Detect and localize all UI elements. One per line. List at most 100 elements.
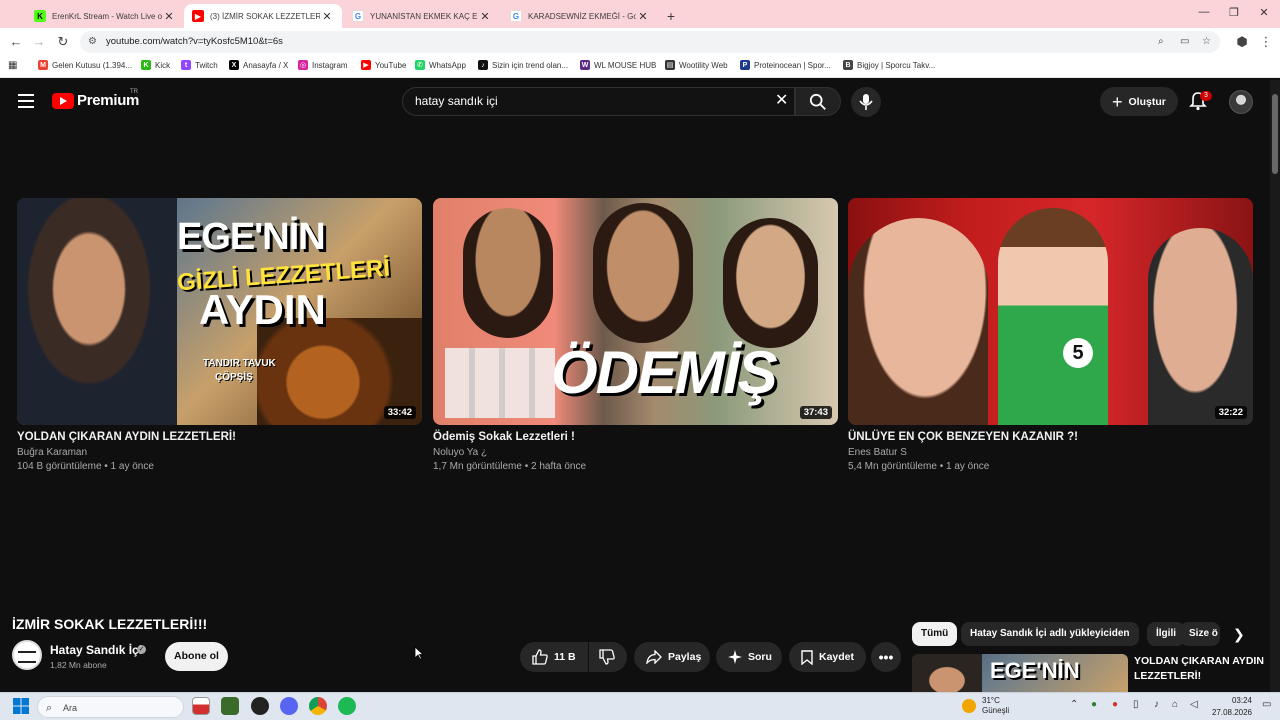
chevron-up-icon[interactable]: ⌃ [1070,699,1078,710]
browser-tab-youtube[interactable]: ▶ (3) İZMİR SOKAK LEZZETLERİ!!! ✕ [184,4,342,28]
address-bar[interactable]: ⚙ youtube.com/watch?v=tyKosfc5M10&t=6s ⌕… [80,31,1220,53]
like-button[interactable]: 11 B [520,642,588,672]
browser-tab-google-2[interactable]: G KARADSEWNİZ EKMEĞİ - Google ✕ [502,4,658,28]
weather-widget[interactable]: 31°C Güneşli [962,696,1009,716]
subscribe-button[interactable]: Abone ol [165,642,228,671]
close-tab-icon[interactable]: ✕ [636,10,650,23]
video-title[interactable]: ÜNLÜYE EN ÇOK BENZEYEN KAZANIR ?! [848,431,1253,443]
bookmark-proteinocean[interactable]: P Proteinocean | Spor... [740,60,831,70]
clear-search-icon[interactable]: ✕ [775,92,788,110]
taskbar-app-icon[interactable] [221,697,239,715]
dislike-button[interactable] [589,642,627,672]
bookmark-instagram[interactable]: ◎ Instagram [298,60,348,70]
video-thumbnail[interactable]: 5 32:22 [848,198,1253,425]
page-scrollbar[interactable] [1270,80,1280,692]
apps-grid-icon[interactable]: ▦ [8,60,17,71]
forward-arrow-icon[interactable]: → [31,34,47,50]
bookmark-bigjoy[interactable]: B Bigjoy | Sporcu Takv... [843,60,935,70]
close-tab-icon[interactable]: ✕ [162,10,176,23]
notifications-icon[interactable]: ▭ [1262,699,1271,710]
voice-search-button[interactable] [851,87,881,117]
minimize-icon[interactable]: — [1194,6,1214,18]
ask-label: Soru [748,651,772,663]
bookmark-star-icon[interactable]: ☆ [1202,31,1211,53]
x-icon: X [229,60,239,70]
chrome-icon[interactable] [309,697,327,715]
user-avatar[interactable] [1229,90,1253,114]
up-next-thumbnail[interactable]: EGE'NİN [912,654,1128,692]
up-next-title[interactable]: YOLDAN ÇIKARAN AYDIN LEZZETLERİ! [1134,654,1264,684]
channel-avatar[interactable] [12,640,42,670]
bookmark-tiktok[interactable]: ♪ Sizin için trend olan... [478,60,568,70]
taskbar-app-icon[interactable] [251,697,269,715]
chevron-right-icon[interactable]: ❯ [1233,626,1245,643]
chip-for-you[interactable]: Size ö [1180,622,1220,646]
more-actions-icon[interactable]: ••• [871,642,901,672]
video-title[interactable]: Ödemiş Sokak Lezzetleri ! [433,431,838,443]
bookmark-x[interactable]: X Anasayfa / X [229,60,288,70]
bookmark-whatsapp[interactable]: ✆ WhatsApp [415,60,466,70]
discord-icon[interactable] [280,697,298,715]
clock-time: 03:24 [1231,696,1252,705]
windows-start-icon[interactable] [13,698,29,714]
network-icon[interactable]: ⌂ [1172,699,1178,710]
create-button[interactable]: + Oluştur [1100,87,1178,116]
search-button[interactable] [795,87,841,116]
new-tab-button[interactable]: + [660,4,682,28]
bookmark-wl-mouse[interactable]: W WL MOUSE HUB [580,60,656,70]
share-button[interactable]: Paylaş [634,642,710,672]
volume-icon[interactable]: ◁ [1190,699,1198,710]
video-card[interactable]: EGE'NİN GİZLİ LEZZETLERİ AYDIN TANDIR TA… [17,198,422,472]
youtube-premium-logo[interactable]: Premium TR [52,89,139,109]
bookmark-wootility[interactable]: ▤ Wootility Web [665,60,728,70]
video-thumbnail[interactable]: EGE'NİN GİZLİ LEZZETLERİ AYDIN TANDIR TA… [17,198,422,425]
channel-name[interactable]: Buğra Karaman [17,447,422,458]
taskbar-clock[interactable]: 03:24 27.08.2026 [1206,695,1252,719]
video-thumbnail[interactable]: ÖDEMİŞ 37:43 [433,198,838,425]
channel-name[interactable]: Hatay Sandık İçi [50,643,142,657]
channel-name[interactable]: Noluyo Ya ¿ [433,447,838,458]
chip-all[interactable]: Tümü [912,622,958,646]
chip-from-uploader[interactable]: Hatay Sandık İçi adlı yükleyiciden [961,622,1139,646]
ask-button[interactable]: Soru [716,642,782,672]
restore-icon[interactable]: ❐ [1224,6,1244,19]
microphone-icon[interactable]: ♪ [1154,699,1159,710]
thumbnail-text: EGE'NİN [990,658,1080,683]
video-title[interactable]: YOLDAN ÇIKARAN AYDIN LEZZETLERİ! [17,431,422,443]
bookmark-twitch[interactable]: t Twitch [181,60,218,70]
tray-app-icon[interactable]: ● [1112,699,1118,710]
menu-icon[interactable] [18,94,34,108]
bookmark-label: Sizin için trend olan... [492,60,569,70]
bookmark-youtube[interactable]: ▶ YouTube [361,60,406,70]
bookmark-gmail[interactable]: M Gelen Kutusu (1.394... [38,60,132,70]
back-arrow-icon[interactable]: ← [8,34,24,50]
close-tab-icon[interactable]: ✕ [320,10,334,23]
video-card[interactable]: ÖDEMİŞ 37:43 Ödemiş Sokak Lezzetleri ! N… [433,198,838,472]
close-window-icon[interactable]: ✕ [1254,6,1274,19]
scrollbar-thumb[interactable] [1272,94,1278,174]
taskbar-app-icon[interactable] [192,697,210,715]
save-button[interactable]: Kaydet [789,642,866,672]
reload-icon[interactable]: ↻ [55,34,71,50]
browser-tab-google-1[interactable]: G YUNANİSTAN EKMEK KAÇ EURO ✕ [344,4,500,28]
watch-metadata: İZMİR SOKAK LEZZETLERİ!!! Hatay Sandık İ… [0,606,1270,692]
thumbnail-text: 5 [1063,338,1093,368]
extensions-icon[interactable]: ⬢ [1234,34,1250,50]
zoom-icon[interactable]: ⌕ [1158,31,1164,53]
video-card[interactable]: 5 32:22 ÜNLÜYE EN ÇOK BENZEYEN KAZANIR ?… [848,198,1253,472]
tab-title: KARADSEWNİZ EKMEĞİ - Google [528,11,636,21]
site-info-icon[interactable]: ⚙ [88,31,97,53]
battery-icon[interactable]: ▯ [1133,699,1139,710]
channel-name[interactable]: Enes Batur S [848,447,1253,458]
video-duration: 33:42 [383,406,416,419]
bookmark-kick[interactable]: K Kick [141,60,170,70]
menu-dots-icon[interactable]: ⋮ [1258,34,1274,50]
taskbar-search[interactable]: ⌕ Ara [37,696,184,718]
close-tab-icon[interactable]: ✕ [478,10,492,23]
tray-app-icon[interactable]: ● [1091,699,1097,710]
install-app-icon[interactable]: ▭ [1180,31,1189,53]
google-icon: G [352,10,364,22]
search-input[interactable]: hatay sandık içi [402,87,795,116]
browser-tab-kick[interactable]: K ErenKrL Stream - Watch Live on Kick ✕ [26,4,184,28]
spotify-icon[interactable] [338,697,356,715]
